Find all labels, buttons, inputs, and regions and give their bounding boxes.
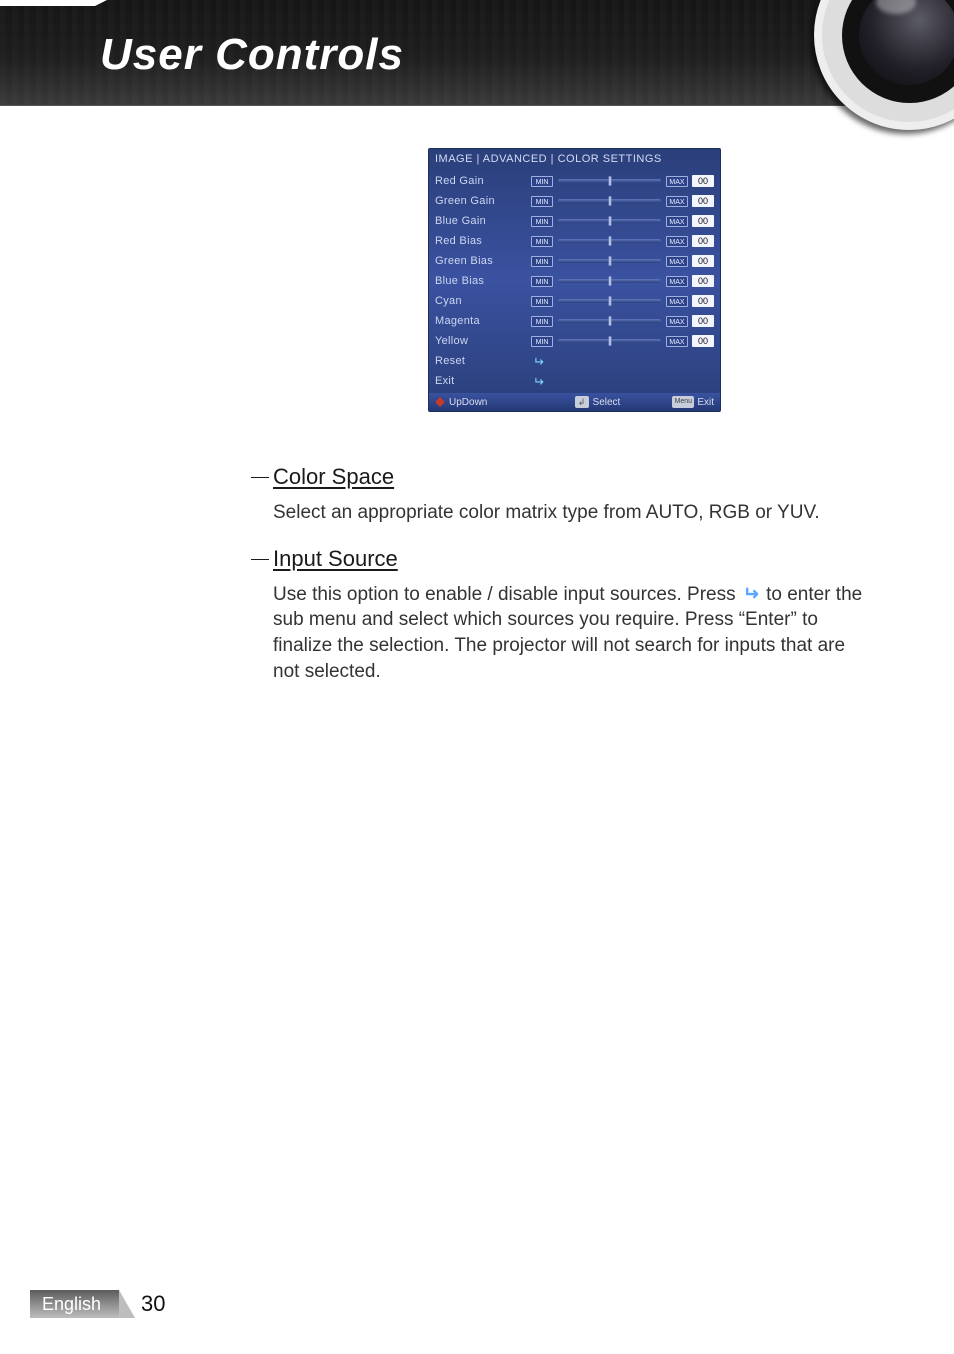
page-title: User Controls [100,30,404,80]
slider-value: 00 [692,195,714,207]
min-badge: MIN [531,176,553,187]
min-badge: MIN [531,236,553,247]
max-badge: MAX [666,196,688,207]
updown-icon [435,397,445,407]
slider-thumb[interactable] [608,296,611,306]
osd-label: Blue Gain [435,215,531,227]
osd-label: Yellow [435,335,531,347]
language-tab: English [30,1290,119,1318]
section-title-color-space: Color Space [273,464,873,490]
slider-value: 00 [692,335,714,347]
slider-thumb[interactable] [608,316,611,326]
enter-icon: ↵ [533,355,544,368]
min-badge: MIN [531,336,553,347]
osd-label: Red Gain [435,175,531,187]
lens-decoration [814,0,954,140]
osd-label: Reset [435,355,531,367]
osd-row-magenta[interactable]: Magenta MIN MAX 00 [429,311,720,331]
osd-footer: UpDown ↲ Select Menu Exit [429,393,720,411]
section-title-input-source: Input Source [273,546,873,572]
footer-exit-label: Exit [697,397,714,408]
slider-value: 00 [692,175,714,187]
osd-row-reset[interactable]: Reset ↵ [429,351,720,371]
max-badge: MAX [666,336,688,347]
max-badge: MAX [666,296,688,307]
max-badge: MAX [666,316,688,327]
min-badge: MIN [531,276,553,287]
osd-label: Green Gain [435,195,531,207]
min-badge: MIN [531,296,553,307]
enter-icon: ↵ [533,375,544,388]
slider-value: 00 [692,255,714,267]
slider-track[interactable] [558,319,661,323]
slider-track[interactable] [558,219,661,223]
slider-thumb[interactable] [608,276,611,286]
input-source-text-pre: Use this option to enable / disable inpu… [273,584,741,605]
osd-row-red-gain[interactable]: Red Gain MIN MAX 00 [429,171,720,191]
osd-label: Cyan [435,295,531,307]
slider-track[interactable] [558,179,661,183]
slider-thumb[interactable] [608,256,611,266]
osd-title: IMAGE | ADVANCED | COLOR SETTINGS [429,149,720,171]
osd-row-red-bias[interactable]: Red Bias MIN MAX 00 [429,231,720,251]
max-badge: MAX [666,176,688,187]
menu-key-icon: Menu [672,396,694,408]
slider-thumb[interactable] [608,216,611,226]
osd-row-green-gain[interactable]: Green Gain MIN MAX 00 [429,191,720,211]
section-body-input-source: Use this option to enable / disable inpu… [273,582,873,685]
osd-label: Green Bias [435,255,531,267]
enter-icon: ↵ [743,582,759,608]
min-badge: MIN [531,216,553,227]
osd-menu: IMAGE | ADVANCED | COLOR SETTINGS Red Ga… [428,148,721,412]
min-badge: MIN [531,196,553,207]
slider-track[interactable] [558,199,661,203]
max-badge: MAX [666,236,688,247]
osd-label: Blue Bias [435,275,531,287]
min-badge: MIN [531,316,553,327]
section-body-color-space: Select an appropriate color matrix type … [273,500,873,526]
osd-row-green-bias[interactable]: Green Bias MIN MAX 00 [429,251,720,271]
footer-select-label: Select [593,397,621,408]
page-number: 30 [141,1291,165,1317]
slider-thumb[interactable] [608,336,611,346]
footer-updown-label: UpDown [449,397,487,408]
osd-row-blue-gain[interactable]: Blue Gain MIN MAX 00 [429,211,720,231]
max-badge: MAX [666,256,688,267]
slider-track[interactable] [558,259,661,263]
header-banner: User Controls [0,0,954,106]
enter-key-icon: ↲ [575,396,589,408]
slider-track[interactable] [558,339,661,343]
osd-row-cyan[interactable]: Cyan MIN MAX 00 [429,291,720,311]
osd-label: Red Bias [435,235,531,247]
osd-row-blue-bias[interactable]: Blue Bias MIN MAX 00 [429,271,720,291]
slider-value: 00 [692,295,714,307]
max-badge: MAX [666,276,688,287]
slider-track[interactable] [558,279,661,283]
slider-track[interactable] [558,299,661,303]
osd-label: Exit [435,375,531,387]
slider-thumb[interactable] [608,196,611,206]
content-area: Color Space Select an appropriate color … [273,464,873,704]
max-badge: MAX [666,216,688,227]
slider-value: 00 [692,215,714,227]
osd-row-exit[interactable]: Exit ↵ [429,371,720,391]
slider-thumb[interactable] [608,176,611,186]
slider-value: 00 [692,275,714,287]
min-badge: MIN [531,256,553,267]
slider-value: 00 [692,235,714,247]
slider-value: 00 [692,315,714,327]
slider-track[interactable] [558,239,661,243]
slider-thumb[interactable] [608,236,611,246]
osd-label: Magenta [435,315,531,327]
header-notch [0,0,95,6]
page-footer: English 30 [30,1290,166,1318]
osd-row-yellow[interactable]: Yellow MIN MAX 00 [429,331,720,351]
